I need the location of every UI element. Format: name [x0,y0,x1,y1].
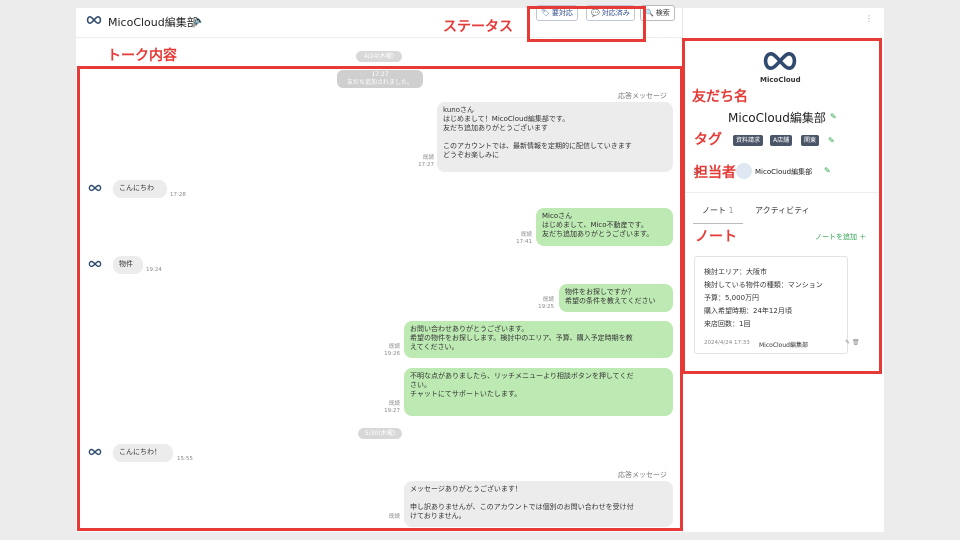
annotation-tag-label: タグ [694,132,722,148]
date-divider: 4/24(木曜) [356,51,402,62]
search-icon: 🔍 [645,9,654,17]
annotation-box-status [527,6,646,42]
annotation-note-label: ノート [695,229,737,245]
annotation-status-label: ステータス [443,19,513,35]
annotation-talk-label: トーク内容 [107,48,177,64]
speaker-icon[interactable]: 🔈 [194,16,204,25]
chat-title: MicoCloud編集部 [108,16,198,29]
annotation-friend-label: 友だち名 [692,89,748,105]
micocloud-logo-icon [86,15,102,25]
annotation-box-talk [77,66,683,531]
annotation-assignee-label: 担当者 [694,165,736,181]
